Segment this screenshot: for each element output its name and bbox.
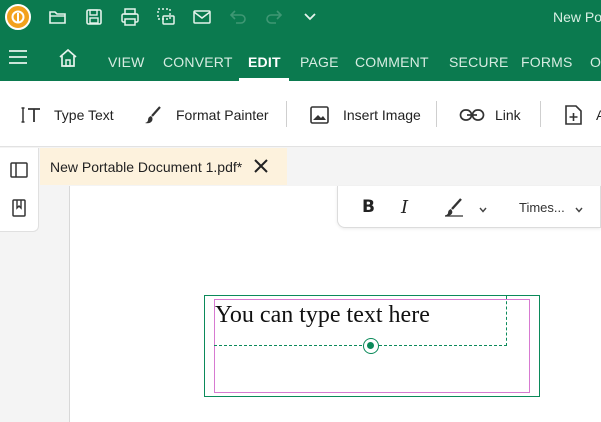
title-bar: New Po bbox=[0, 0, 601, 34]
panel-toggle-icon[interactable] bbox=[9, 160, 29, 180]
scan-icon[interactable] bbox=[154, 5, 178, 29]
bookmark-icon[interactable] bbox=[9, 198, 29, 218]
tab-forms[interactable]: FORMS bbox=[521, 54, 573, 70]
rotate-handle[interactable] bbox=[363, 338, 379, 354]
textbox-text[interactable]: You can type text here bbox=[215, 302, 430, 329]
window-title: New Po bbox=[553, 9, 601, 25]
add-page-button[interactable]: A bbox=[562, 103, 601, 127]
link-label: Link bbox=[495, 107, 521, 123]
chevron-down-icon[interactable] bbox=[574, 202, 584, 213]
text-format-bar: B I Times... bbox=[337, 186, 601, 228]
add-page-icon bbox=[565, 105, 582, 125]
text-color-icon[interactable] bbox=[441, 196, 467, 218]
font-family-select[interactable]: Times... bbox=[519, 200, 565, 215]
insert-image-label: Insert Image bbox=[343, 107, 421, 123]
insert-image-button[interactable]: Insert Image bbox=[309, 103, 421, 127]
italic-button[interactable]: I bbox=[401, 197, 408, 218]
toolbar-divider bbox=[286, 101, 287, 127]
tab-comment[interactable]: COMMENT bbox=[355, 54, 429, 70]
tab-view[interactable]: VIEW bbox=[108, 54, 145, 70]
left-side-panel bbox=[0, 148, 39, 232]
edit-toolbar: Type Text Format Painter Insert Image Li… bbox=[0, 81, 601, 147]
tab-secure[interactable]: SECURE bbox=[449, 54, 509, 70]
hamburger-menu-icon[interactable] bbox=[8, 48, 28, 66]
tab-convert[interactable]: CONVERT bbox=[163, 54, 233, 70]
format-painter-label: Format Painter bbox=[176, 107, 269, 123]
app-window: New Po VIEW CONVERT EDIT PAGE COMMENT SE… bbox=[0, 0, 601, 422]
add-page-label: A bbox=[596, 107, 601, 123]
tab-page[interactable]: PAGE bbox=[300, 54, 339, 70]
toolbar-divider bbox=[436, 101, 437, 127]
redo-icon[interactable] bbox=[262, 5, 286, 29]
app-logo-icon[interactable] bbox=[5, 4, 31, 30]
document-tab-label: New Portable Document 1.pdf* bbox=[50, 158, 243, 175]
type-text-button[interactable]: Type Text bbox=[20, 103, 114, 127]
tab-more[interactable]: O bbox=[590, 54, 601, 70]
home-icon[interactable] bbox=[58, 48, 78, 68]
image-icon bbox=[310, 106, 329, 124]
paintbrush-icon bbox=[145, 106, 161, 124]
toolbar-divider bbox=[540, 101, 541, 127]
type-text-icon bbox=[21, 107, 40, 123]
bold-button[interactable]: B bbox=[362, 197, 375, 217]
tab-edit[interactable]: EDIT bbox=[248, 54, 281, 70]
format-painter-button[interactable]: Format Painter bbox=[142, 103, 269, 127]
open-icon[interactable] bbox=[46, 5, 70, 29]
undo-icon[interactable] bbox=[226, 5, 250, 29]
chevron-down-icon[interactable] bbox=[478, 202, 488, 213]
mail-icon[interactable] bbox=[190, 5, 214, 29]
chevron-down-icon[interactable] bbox=[298, 5, 322, 29]
print-icon[interactable] bbox=[118, 5, 142, 29]
link-icon bbox=[459, 109, 485, 121]
save-icon[interactable] bbox=[82, 5, 106, 29]
menu-bar: VIEW CONVERT EDIT PAGE COMMENT SECURE FO… bbox=[0, 34, 601, 81]
document-gutter bbox=[0, 232, 69, 422]
type-text-label: Type Text bbox=[54, 107, 114, 123]
document-tab[interactable]: New Portable Document 1.pdf* bbox=[40, 148, 287, 185]
close-icon[interactable] bbox=[252, 157, 270, 175]
link-button[interactable]: Link bbox=[459, 103, 521, 127]
